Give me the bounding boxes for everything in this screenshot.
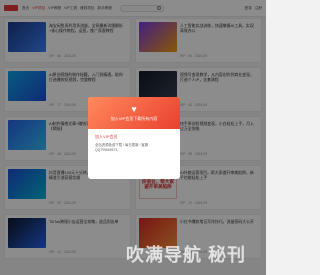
modal-title: 加入VIP会员下载所有内容: [110, 115, 158, 121]
modal-header: ♥ 加入VIP会员下载所有内容: [88, 97, 180, 129]
modal-body: 加入VIP会员 全站资源免费下载 / 每日更新 / 客服 QQ799669573: [88, 129, 180, 157]
vip-modal: ♥ 加入VIP会员下载所有内容 加入VIP会员 全站资源免费下载 / 每日更新 …: [88, 97, 180, 179]
modal-subtitle: 加入VIP会员: [95, 134, 118, 139]
modal-text-line: QQ799669573: [95, 147, 118, 152]
watermark: 吹满导航 秘刊: [126, 245, 247, 265]
page: 首页 VIP项目 VIP教程 VIP工具 赚钱项目 新手教程 登录 注册 淘宝闲…: [0, 0, 266, 275]
heart-icon: ♥: [131, 103, 137, 114]
